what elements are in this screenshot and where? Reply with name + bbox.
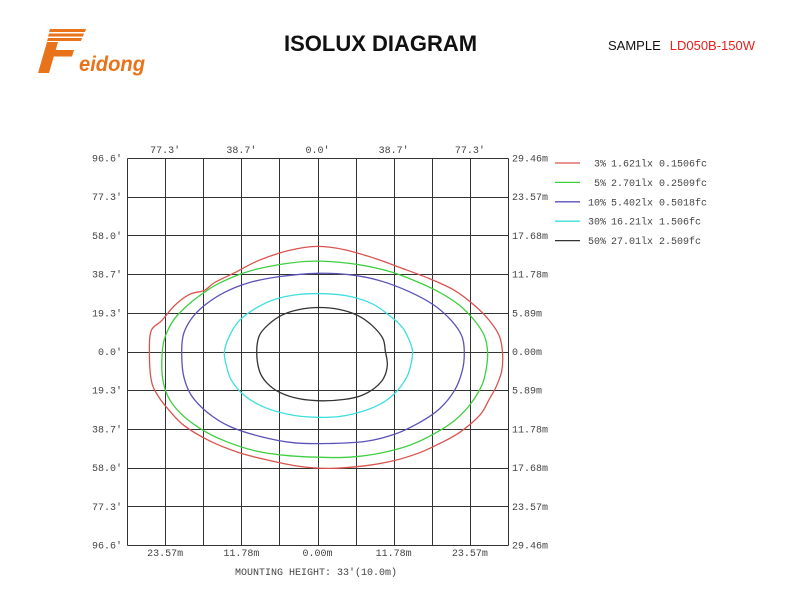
legend-percent: 5% bbox=[594, 179, 606, 190]
isolux-contour-3pct bbox=[148, 245, 504, 470]
legend-lux: 5.402lx bbox=[611, 197, 653, 209]
x-tick-label-bottom: 11.78m bbox=[223, 549, 259, 560]
legend-percent: 30% bbox=[588, 218, 606, 229]
x-tick-label-top: 77.3' bbox=[455, 145, 485, 157]
y-tick-label-left: 19.3' bbox=[92, 308, 122, 320]
legend-lux: 27.01lx bbox=[611, 236, 653, 248]
x-tick-label-top: 38.7' bbox=[226, 145, 256, 157]
grid bbox=[127, 158, 509, 546]
y-tick-label-left: 19.3' bbox=[92, 386, 122, 398]
legend: 3% 1.621lx 0.1506fc 5% 2.701lx 0.2509fc 10% 5.4… bbox=[555, 159, 707, 248]
y-tick-label-left: 96.6' bbox=[92, 154, 122, 166]
legend-percent: 50% bbox=[588, 237, 606, 248]
legend-percent: 3% bbox=[594, 160, 606, 171]
isolux-sheet: eidong ISOLUX DIAGRAM SAMPLE LD050B-150W … bbox=[0, 0, 800, 600]
legend-lux: 2.701lx bbox=[611, 178, 653, 190]
x-tick-label-bottom: 23.57m bbox=[452, 549, 488, 560]
legend-fc: 1.506fc bbox=[659, 217, 701, 229]
y-tick-label-left: 38.7' bbox=[92, 270, 122, 282]
isolux-contour-50pct bbox=[256, 306, 389, 402]
y-tick-label-right: 29.46m bbox=[512, 155, 548, 166]
y-tick-label-right: 17.68m bbox=[512, 464, 548, 475]
x-tick-label-bottom: 11.78m bbox=[376, 549, 412, 560]
y-tick-label-right: 5.89m bbox=[512, 309, 542, 320]
y-tick-label-left: 58.0' bbox=[92, 231, 122, 243]
y-tick-label-right: 11.78m bbox=[512, 271, 548, 282]
x-tick-label-top: 38.7' bbox=[379, 145, 409, 157]
mounting-height-note: MOUNTING HEIGHT: 33'(10.0m) bbox=[235, 567, 397, 579]
y-tick-label-left: 58.0' bbox=[92, 463, 122, 475]
y-tick-label-right: 0.00m bbox=[512, 348, 542, 359]
x-tick-label-top: 77.3' bbox=[150, 145, 180, 157]
y-tick-label-left: 0.0' bbox=[98, 347, 122, 359]
y-tick-label-left: 77.3' bbox=[92, 192, 122, 204]
legend-percent: 10% bbox=[588, 198, 606, 209]
x-tick-label-top: 0.0' bbox=[305, 145, 329, 157]
y-tick-label-right: 11.78m bbox=[512, 425, 548, 436]
x-tick-label-bottom: 23.57m bbox=[147, 549, 183, 560]
y-tick-label-right: 23.57m bbox=[512, 193, 548, 204]
isolux-contour-5pct bbox=[161, 260, 489, 459]
isolux-contour-10pct bbox=[181, 272, 465, 445]
y-tick-label-right: 5.89m bbox=[512, 387, 542, 398]
y-tick-label-left: 38.7' bbox=[92, 424, 122, 436]
isolux-contours bbox=[148, 245, 504, 470]
legend-lux: 16.21lx bbox=[611, 217, 653, 229]
legend-fc: 0.1506fc bbox=[659, 159, 707, 171]
legend-fc: 0.5018fc bbox=[659, 197, 707, 209]
y-tick-label-right: 17.68m bbox=[512, 232, 548, 243]
legend-fc: 2.509fc bbox=[659, 236, 701, 248]
y-tick-label-left: 96.6' bbox=[92, 541, 122, 553]
x-tick-label-bottom: 0.00m bbox=[302, 549, 332, 560]
legend-lux: 1.621lx bbox=[611, 159, 653, 171]
isolux-chart: 96.6' 29.46m 77.3' 23.57m 58.0' 17.68m 38.7' 11… bbox=[92, 145, 707, 579]
legend-fc: 0.2509fc bbox=[659, 178, 707, 190]
y-tick-label-right: 29.46m bbox=[512, 542, 548, 553]
y-tick-label-right: 23.57m bbox=[512, 503, 548, 514]
y-tick-label-left: 77.3' bbox=[92, 502, 122, 514]
